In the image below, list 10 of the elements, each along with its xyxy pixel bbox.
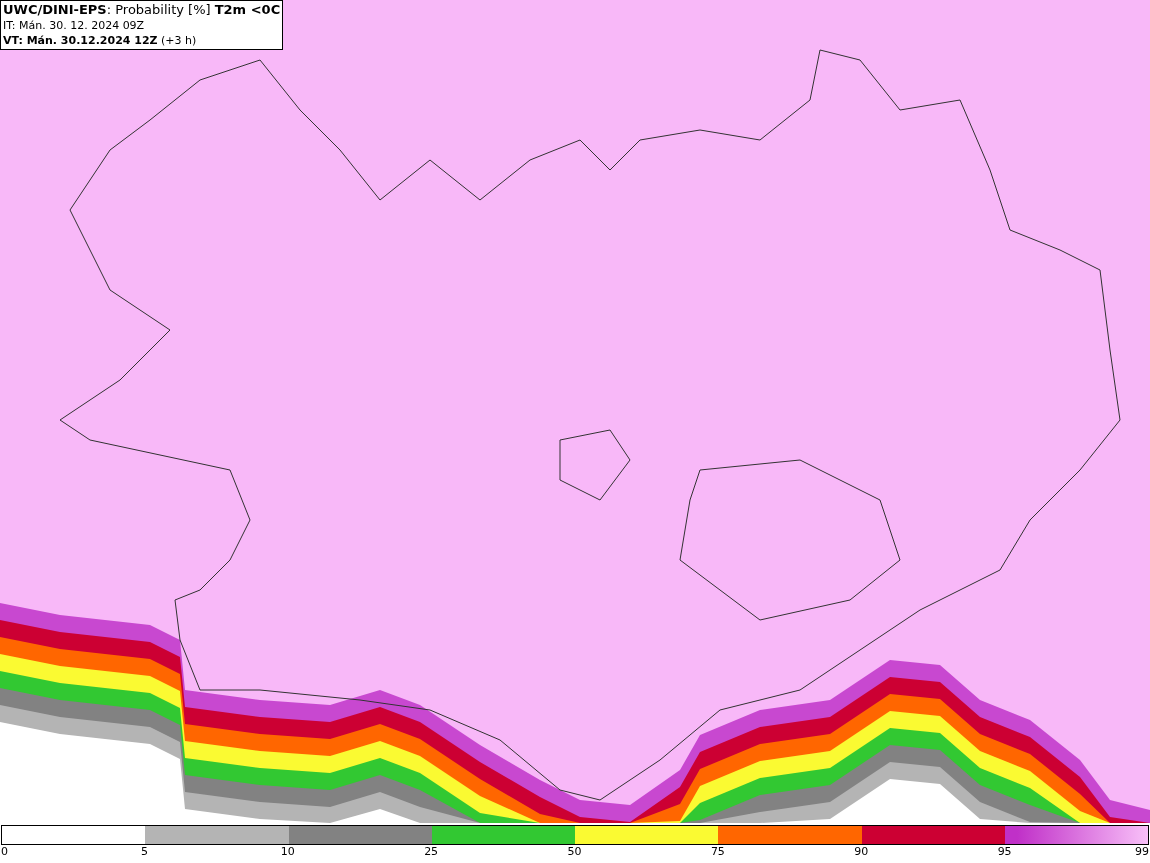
legend-tick-label: 50 xyxy=(567,845,582,859)
legend-tick-label: 0 xyxy=(1,845,8,859)
map-header: UWC/DINI-EPS: Probability [%] T2m <0C IT: Mán. 30. 12. 2024 09Z VT: Mán. 30.12.2024 12Z (+3 h) xyxy=(0,0,284,50)
legend-tick-label: 10 xyxy=(280,845,295,859)
legend-tick-label: 5 xyxy=(140,845,148,859)
legend-tick-label: 25 xyxy=(424,845,439,859)
legend-tick-label: 90 xyxy=(854,845,869,859)
legend-tick-label: 99 xyxy=(1135,845,1149,859)
legend-tick-label: 95 xyxy=(997,845,1012,859)
legend-tick-label: 75 xyxy=(710,845,725,859)
